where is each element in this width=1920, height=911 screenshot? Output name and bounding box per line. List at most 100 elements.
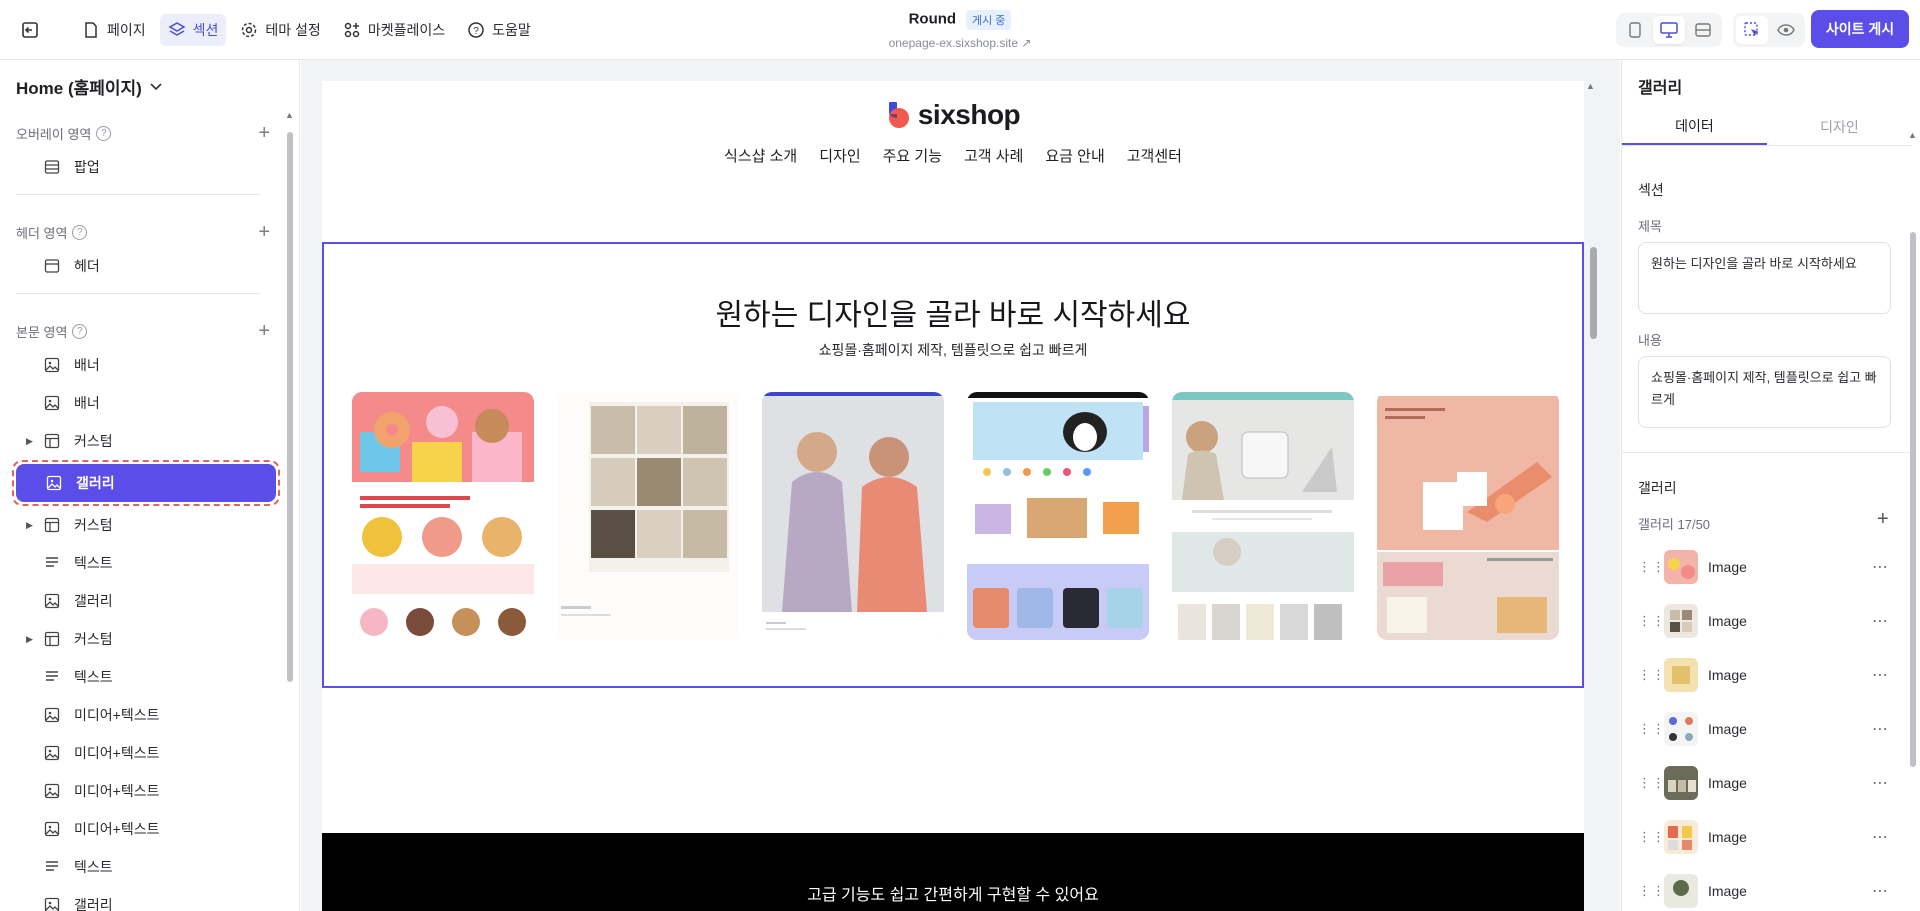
sidebar-scrollbar[interactable]: ▲ xyxy=(285,110,295,910)
add-section-icon[interactable]: + xyxy=(258,122,270,145)
drag-handle-icon[interactable]: ⋮⋮ xyxy=(1638,776,1665,789)
canvas-scrollbar[interactable]: ▲ xyxy=(1586,81,1600,911)
properties-panel: 갤러리 데이터 디자인 섹션 제목 원하는 디자인을 골라 바로 시작하세요 내… xyxy=(1621,60,1920,911)
gallery-image-row[interactable]: ⋮⋮ Image ⋯ xyxy=(1638,653,1888,697)
site-nav-item[interactable]: 요금 안내 xyxy=(1045,145,1104,166)
help-icon[interactable]: ? xyxy=(72,224,88,240)
panel-scrollbar[interactable]: ▲ xyxy=(1908,130,1918,910)
expand-caret-icon[interactable]: ▶ xyxy=(26,634,33,645)
external-link-icon: ↗ xyxy=(1021,36,1032,50)
page-name: Home (홈페이지) xyxy=(16,79,142,98)
sidebar-item-media-text[interactable]: 미디어+텍스트 xyxy=(0,772,290,810)
gallery-card-ceramics[interactable] xyxy=(557,392,739,640)
site-nav-item[interactable]: 고객센터 xyxy=(1127,145,1182,166)
more-options-icon[interactable]: ⋯ xyxy=(1872,719,1888,739)
scroll-up-icon[interactable]: ▲ xyxy=(1586,81,1595,91)
sidebar-item-popup[interactable]: 팝업 xyxy=(0,148,290,186)
site-nav-item[interactable]: 식스샵 소개 xyxy=(724,145,797,166)
fullwidth-view-button[interactable] xyxy=(1687,16,1719,44)
group-header: 헤더 영역 ? + xyxy=(0,217,290,247)
page-selector[interactable]: Home (홈페이지) xyxy=(16,74,162,99)
sidebar-item-gallery[interactable]: 갤러리 xyxy=(0,582,290,620)
site-nav-item[interactable]: 디자인 xyxy=(819,145,860,166)
sidebar-item-header[interactable]: 헤더 xyxy=(0,247,290,285)
gallery-image-row[interactable]: ⋮⋮ Image ⋯ xyxy=(1638,761,1888,805)
scroll-up-icon[interactable]: ▲ xyxy=(1908,130,1917,140)
gallery-card-fashion[interactable] xyxy=(762,392,944,640)
sidebar-item-text[interactable]: 텍스트 xyxy=(0,848,290,886)
drag-handle-icon[interactable]: ⋮⋮ xyxy=(1638,614,1665,627)
footer-section[interactable]: 고급 기능도 쉽고 간편하게 구현할 수 있어요 xyxy=(322,833,1584,911)
sidebar-item-gallery[interactable]: 갤러리 xyxy=(0,886,290,911)
sidebar-item-text[interactable]: 텍스트 xyxy=(0,658,290,696)
content-label: 내용 xyxy=(1638,333,1662,348)
template-thumbnail xyxy=(557,392,739,640)
gallery-section-selected[interactable]: 원하는 디자인을 골라 바로 시작하세요 쇼핑몰·홈페이지 제작, 템플릿으로 … xyxy=(322,242,1584,688)
drag-handle-icon[interactable]: ⋮⋮ xyxy=(1638,722,1665,735)
drag-handle-icon[interactable]: ⋮⋮ xyxy=(1638,830,1665,843)
preview-mode-button[interactable] xyxy=(1770,16,1802,44)
drag-handle-icon[interactable]: ⋮⋮ xyxy=(1638,560,1665,573)
sidebar-item-label: 팝업 xyxy=(74,159,100,175)
more-options-icon[interactable]: ⋯ xyxy=(1872,611,1888,631)
gallery-subtitle: 쇼핑몰·홈페이지 제작, 템플릿으로 쉽고 빠르게 xyxy=(818,342,1088,358)
site-nav-item[interactable]: 주요 기능 xyxy=(883,145,942,166)
gallery-image-row[interactable]: ⋮⋮ Image ⋯ xyxy=(1638,815,1888,859)
content-field[interactable]: 쇼핑몰·홈페이지 제작, 템플릿으로 쉽고 빠르게 xyxy=(1638,356,1891,428)
scroll-up-icon[interactable]: ▲ xyxy=(285,110,294,120)
drag-handle-icon[interactable]: ⋮⋮ xyxy=(1638,884,1665,897)
scrollbar-thumb[interactable] xyxy=(1910,232,1916,767)
sidebar-item-media-text[interactable]: 미디어+텍스트 xyxy=(0,810,290,848)
sidebar-item-label: 배너 xyxy=(74,395,100,411)
site-nav-item[interactable]: 고객 사례 xyxy=(964,145,1023,166)
image-name: Image xyxy=(1708,559,1747,575)
publish-site-button[interactable]: 사이트 게시 xyxy=(1811,10,1909,48)
expand-caret-icon[interactable]: ▶ xyxy=(26,520,33,531)
sidebar-item-text[interactable]: 텍스트 xyxy=(0,544,290,582)
add-section-icon[interactable]: + xyxy=(258,320,270,343)
sidebar-item-label: 커스텀 xyxy=(74,433,113,449)
more-options-icon[interactable]: ⋯ xyxy=(1872,881,1888,901)
selected-highlight: 갤러리 xyxy=(12,460,280,506)
sidebar-item-media-text[interactable]: 미디어+텍스트 xyxy=(0,696,290,734)
scrollbar-thumb[interactable] xyxy=(1590,247,1597,339)
add-image-icon[interactable]: + xyxy=(1877,508,1889,531)
help-icon[interactable]: ? xyxy=(96,125,112,141)
help-icon[interactable]: ? xyxy=(72,323,88,339)
more-options-icon[interactable]: ⋯ xyxy=(1872,827,1888,847)
mobile-view-button[interactable] xyxy=(1619,16,1651,44)
group-title: 본문 영역 xyxy=(16,324,68,340)
template-thumbnail xyxy=(1172,392,1354,640)
gallery-image-row[interactable]: ⋮⋮ Image ⋯ xyxy=(1638,707,1888,751)
gallery-card-pet[interactable] xyxy=(967,392,1149,640)
gallery-image-row[interactable]: ⋮⋮ Image ⋯ xyxy=(1638,599,1888,643)
sidebar-item-gallery-selected[interactable]: 갤러리 xyxy=(16,464,276,502)
expand-caret-icon[interactable]: ▶ xyxy=(26,436,33,447)
site-logo[interactable]: sixshop xyxy=(322,99,1584,131)
gallery-cards xyxy=(352,392,1559,640)
sidebar-item-media-text[interactable]: 미디어+텍스트 xyxy=(0,734,290,772)
gallery-card-accessories[interactable] xyxy=(1172,392,1354,640)
sidebar-item-custom[interactable]: ▶ 커스텀 xyxy=(0,620,290,658)
gallery-image-row[interactable]: ⋮⋮ Image ⋯ xyxy=(1638,869,1888,911)
gallery-image-row[interactable]: ⋮⋮ Image ⋯ xyxy=(1638,545,1888,589)
tab-design[interactable]: 디자인 xyxy=(1767,108,1912,145)
drag-handle-icon[interactable]: ⋮⋮ xyxy=(1638,668,1665,681)
sidebar-item-banner[interactable]: 배너 xyxy=(0,346,290,384)
body-area-group: 본문 영역 ? + 배너 배너 ▶ 커스텀 갤러리 ▶ 커스텀 텍스트 갤러리 … xyxy=(0,316,290,911)
more-options-icon[interactable]: ⋯ xyxy=(1872,557,1888,577)
more-options-icon[interactable]: ⋯ xyxy=(1872,665,1888,685)
desktop-view-button[interactable] xyxy=(1653,16,1685,44)
more-options-icon[interactable]: ⋯ xyxy=(1872,773,1888,793)
select-mode-button[interactable] xyxy=(1736,16,1768,44)
scrollbar-thumb[interactable] xyxy=(287,132,293,682)
image-icon xyxy=(44,745,60,761)
sidebar-item-custom[interactable]: ▶ 커스텀 xyxy=(0,506,290,544)
gallery-card-cosmetics[interactable] xyxy=(1377,392,1559,640)
gallery-card-donut[interactable] xyxy=(352,392,534,640)
title-field[interactable]: 원하는 디자인을 골라 바로 시작하세요 xyxy=(1638,242,1891,314)
sidebar-item-banner[interactable]: 배너 xyxy=(0,384,290,422)
tab-data[interactable]: 데이터 xyxy=(1622,108,1767,145)
sidebar-item-custom[interactable]: ▶ 커스텀 xyxy=(0,422,290,460)
add-section-icon[interactable]: + xyxy=(258,221,270,244)
